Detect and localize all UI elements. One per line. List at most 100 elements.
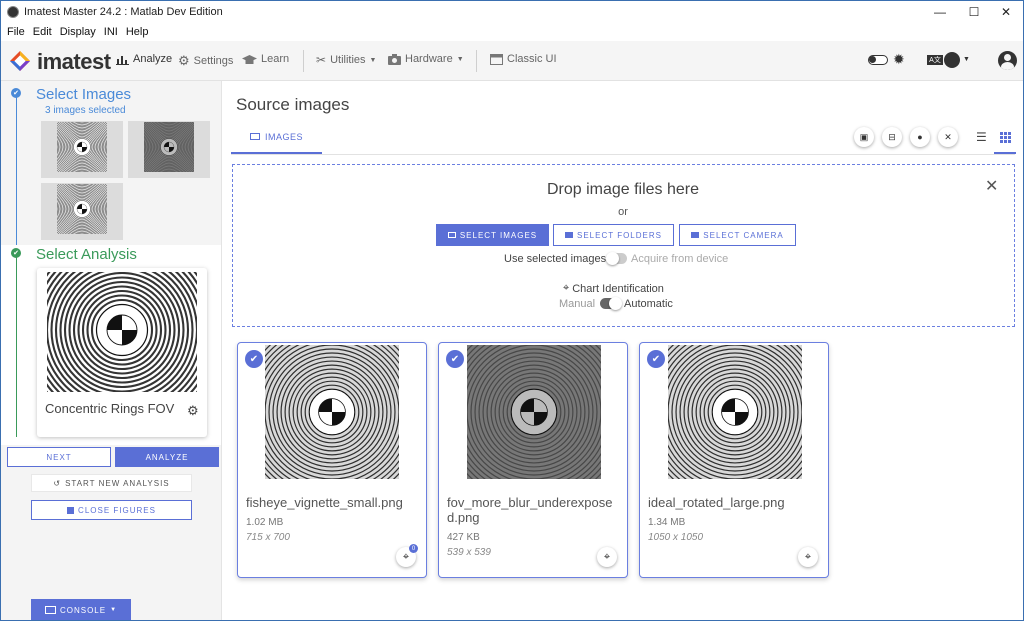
console-label: CONSOLE (59, 605, 107, 615)
step-check-icon: ✔ (11, 88, 21, 98)
image-card[interactable]: ✔ fisheye_vignette_small.png 1.02 MB 715… (236, 315, 428, 578)
settings-label: Settings (193, 55, 234, 67)
analyze-label: Analyze (133, 53, 173, 65)
remove-icon[interactable]: ● (910, 127, 930, 147)
clear-icon[interactable]: ✕ (938, 127, 958, 147)
drop-zone[interactable]: Drop image files here or ✕ SELECT IMAGES… (232, 164, 1015, 327)
step-line (16, 93, 17, 245)
window-title: Imatest Master 24.2 : Matlab Dev Edition (24, 6, 223, 18)
crosshair-icon[interactable]: ⌖ (597, 547, 617, 567)
maximize-button[interactable]: ☐ (957, 1, 991, 23)
select-folders-button[interactable]: SELECT FOLDERS (553, 224, 674, 246)
image-preview (236, 315, 428, 508)
learn-label: Learn (261, 53, 290, 65)
manual-label: Manual (559, 298, 596, 310)
select-images-button[interactable]: SELECT IMAGES (436, 224, 549, 246)
minimize-button[interactable]: — (923, 1, 957, 23)
select-analysis-title[interactable]: Select Analysis (36, 246, 137, 263)
caret-down-icon: ▼ (110, 607, 118, 613)
image-thumbnail[interactable] (41, 173, 123, 245)
menu-file[interactable]: File (7, 26, 25, 38)
language-icon[interactable]: A文 (927, 55, 943, 65)
utilities-menu[interactable]: ✂ Utilities ▼ (316, 53, 376, 67)
select-camera-button[interactable]: SELECT CAMERA (679, 224, 796, 246)
start-new-analysis-button[interactable]: ↺ START NEW ANALYSIS (31, 474, 192, 492)
checkmark-icon[interactable]: ✔ (245, 350, 263, 368)
list-view-icon[interactable]: ☰ (976, 130, 987, 144)
window-icon (490, 53, 503, 65)
images-selected-count: 3 images selected (45, 105, 126, 116)
image-icon (447, 232, 456, 238)
next-button[interactable]: NEXT (7, 447, 111, 467)
analysis-card[interactable]: Concentric Rings FOV ⚙ (37, 268, 207, 437)
file-size: 427 KB (447, 532, 480, 543)
close-icon[interactable]: ✕ (985, 176, 998, 196)
caret-down-icon[interactable]: ▼ (963, 56, 970, 63)
step-check-icon: ✔ (11, 248, 21, 258)
workflow-sidebar: ✔ Select Images 3 images selected ✔ Sele… (1, 81, 222, 620)
image-dimensions: 539 x 539 (447, 547, 491, 558)
image-card[interactable]: ✔ fov_more_blur_underexposed.png 427 KB … (438, 315, 630, 578)
toolbar-divider (303, 50, 304, 72)
imatest-logo-icon (10, 51, 30, 71)
close-window-button[interactable]: ✕ (989, 1, 1023, 23)
folder-icon (565, 232, 573, 238)
caret-down-icon: ▼ (456, 55, 464, 63)
grid-view-icon[interactable] (994, 122, 1016, 154)
crosshair-icon[interactable]: ⌖ (798, 547, 818, 567)
image-thumbnail[interactable] (41, 111, 123, 183)
analyze-nav[interactable]: Analyze (116, 53, 172, 65)
acquire-toggle[interactable] (606, 252, 627, 265)
step-line (16, 257, 17, 437)
checkmark-icon[interactable]: ✔ (446, 350, 464, 368)
menu-edit[interactable]: Edit (33, 26, 52, 38)
classic-ui-button[interactable]: Classic UI (490, 53, 557, 65)
learn-nav[interactable]: Learn (242, 53, 289, 65)
analyze-button[interactable]: ANALYZE (115, 447, 219, 467)
globe-icon[interactable] (944, 52, 960, 68)
images-icon (249, 133, 260, 140)
concentric-rings-thumb (133, 111, 205, 183)
use-selected-label: Use selected images (504, 253, 607, 265)
close-box-icon (67, 506, 75, 514)
user-avatar-icon[interactable] (998, 51, 1017, 70)
hardware-menu[interactable]: Hardware ▼ (388, 53, 464, 65)
minimize-view-icon[interactable]: ⊟ (882, 127, 902, 147)
image-card[interactable]: ✔ ideal_rotated_large.png 1.34 MB 1050 x… (639, 315, 831, 578)
theme-toggle[interactable] (868, 55, 888, 65)
menu-bar: File Edit Display INI Help (1, 23, 1023, 41)
menu-ini[interactable]: INI (104, 26, 118, 38)
imatest-logo-text: imatest (37, 49, 111, 74)
close-figures-button[interactable]: CLOSE FIGURES (31, 500, 192, 520)
console-button[interactable]: CONSOLE ▼ (31, 599, 131, 620)
select-images-title[interactable]: Select Images (36, 86, 131, 103)
title-bar: Imatest Master 24.2 : Matlab Dev Edition… (1, 1, 1023, 23)
image-thumbnail[interactable] (128, 111, 210, 183)
file-size: 1.02 MB (246, 517, 284, 528)
menu-help[interactable]: Help (126, 26, 149, 38)
concentric-rings-preview (47, 272, 197, 392)
tools-icon: ✂ (316, 53, 327, 67)
video-camera-icon (691, 232, 700, 238)
caret-down-icon: ▼ (369, 56, 377, 64)
close-figures-label: CLOSE FIGURES (78, 505, 156, 515)
checkmark-icon[interactable]: ✔ (647, 350, 665, 368)
menu-display[interactable]: Display (60, 26, 96, 38)
image-dimensions: 715 x 700 (246, 532, 290, 543)
chart-icon (116, 55, 129, 65)
settings-nav[interactable]: ⚙ Settings (178, 53, 233, 69)
file-name: fov_more_blur_underexposed.png (447, 495, 613, 525)
automatic-label: Automatic (624, 298, 673, 310)
select-camera-label: SELECT CAMERA (703, 230, 784, 240)
gear-icon[interactable]: ⚙ (187, 403, 199, 419)
tab-images[interactable]: IMAGES (231, 121, 322, 154)
classic-ui-label: Classic UI (507, 53, 557, 65)
add-images-icon[interactable]: ▣ (854, 127, 874, 147)
chart-identification-label: Chart Identification (572, 282, 664, 295)
drop-or: or (618, 206, 628, 218)
file-name: fisheye_vignette_small.png (246, 495, 403, 510)
image-dimensions: 1050 x 1050 (648, 532, 704, 543)
acquire-device-label: Acquire from device (631, 253, 729, 265)
concentric-rings-thumb (46, 111, 118, 183)
chart-id-toggle[interactable] (600, 297, 622, 310)
